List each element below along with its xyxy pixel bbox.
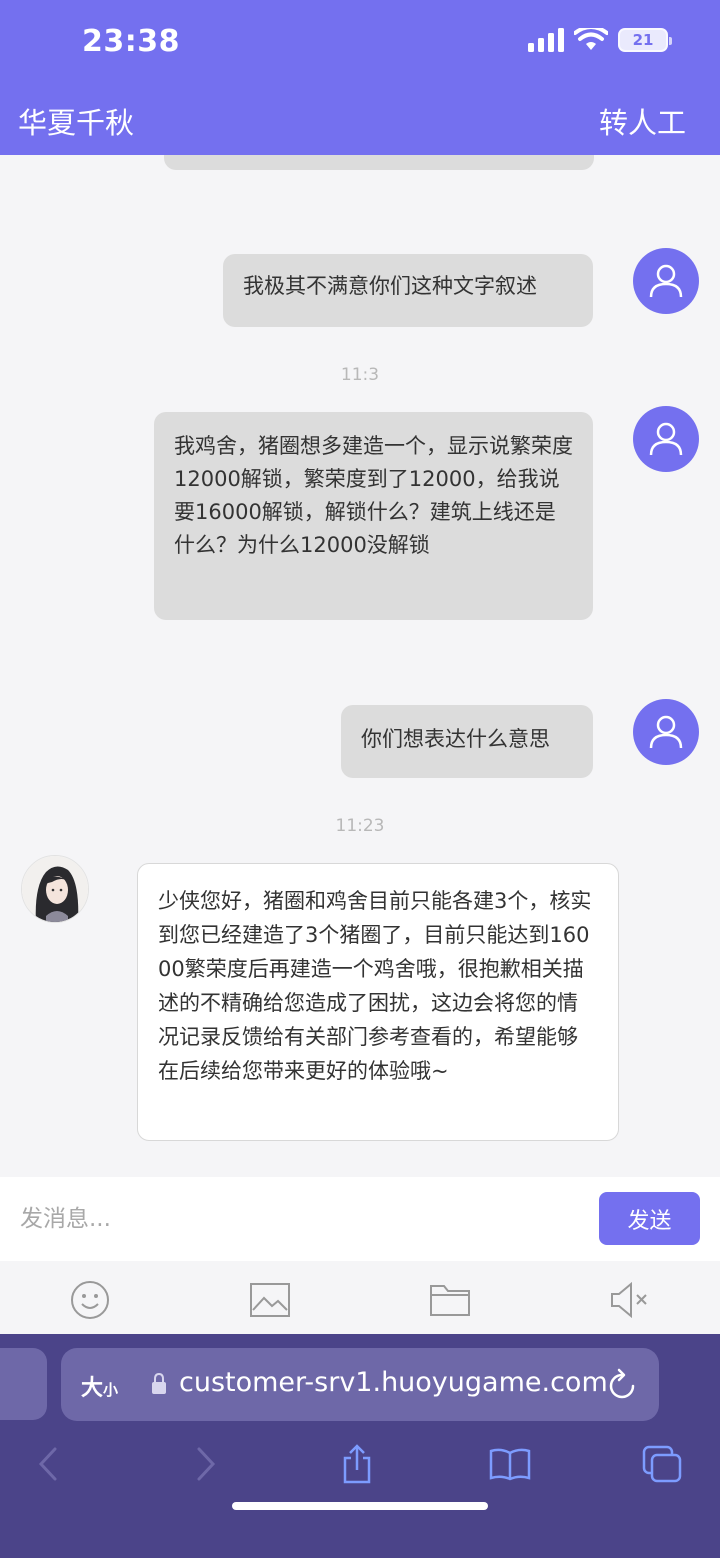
- battery-icon: 21: [618, 28, 672, 52]
- transfer-to-human-button[interactable]: 转人工: [599, 100, 686, 142]
- message-text: 少侠您好，猪圈和鸡舍目前只能各建3个，核实到您已经建造了3个猪圈了，目前只能达到…: [158, 889, 592, 1083]
- user-avatar[interactable]: [633, 406, 699, 472]
- user-avatar[interactable]: [633, 699, 699, 765]
- chevron-left-icon: [38, 1447, 57, 1481]
- user-message-bubble: 我极其不满意你们这种文字叙述: [223, 254, 593, 327]
- wifi-icon: [574, 28, 608, 50]
- signal-icon: [528, 28, 564, 52]
- message-timestamp: 11:3: [340, 365, 380, 385]
- tabs-icon: [642, 1445, 682, 1483]
- mute-button[interactable]: [609, 1279, 651, 1321]
- image-icon: [250, 1283, 290, 1317]
- emoji-button[interactable]: [69, 1279, 111, 1321]
- url-text: customer-srv1.huoyugame.com: [179, 1367, 608, 1398]
- message-input-bar: 发送: [0, 1177, 720, 1261]
- share-icon: [343, 1444, 371, 1484]
- text-size-small: 小: [103, 1381, 119, 1399]
- chat-area[interactable]: 我极其不满意你们这种文字叙述 11:3 我鸡舍，猪圈想多建造一个，显示说繁荣度1…: [0, 155, 720, 1177]
- reload-icon[interactable]: [607, 1368, 637, 1400]
- message-text: 你们想表达什么意思: [361, 727, 550, 751]
- message-text: 我极其不满意你们这种文字叙述: [243, 274, 537, 298]
- forward-button[interactable]: [184, 1442, 228, 1486]
- user-icon: [649, 264, 683, 298]
- user-icon: [649, 715, 683, 749]
- chevron-right-icon: [197, 1447, 216, 1481]
- battery-level: 21: [632, 31, 654, 49]
- text-size-button[interactable]: 大小: [81, 1370, 118, 1402]
- send-button[interactable]: 发送: [599, 1192, 700, 1245]
- address-bar[interactable]: 大小 customer-srv1.huoyugame.com: [61, 1348, 659, 1421]
- user-avatar[interactable]: [633, 248, 699, 314]
- previous-tab[interactable]: [0, 1348, 47, 1420]
- home-indicator[interactable]: [232, 1502, 488, 1510]
- mute-icon: [611, 1282, 647, 1318]
- back-button[interactable]: [26, 1442, 70, 1486]
- user-message-bubble: 我鸡舍，猪圈想多建造一个，显示说繁荣度12000解锁，繁荣度到了12000，给我…: [154, 412, 593, 620]
- lock-icon: [152, 1373, 166, 1394]
- status-time: 23:38: [82, 24, 180, 59]
- text-size-large: 大: [81, 1376, 104, 1401]
- message-text: 我鸡舍，猪圈想多建造一个，显示说繁荣度12000解锁，繁荣度到了12000，给我…: [174, 434, 573, 557]
- page-title: 华夏千秋: [18, 106, 135, 140]
- chat-toolbar: [0, 1261, 720, 1334]
- agent-portrait-icon: [22, 856, 88, 922]
- folder-icon: [430, 1285, 470, 1316]
- tabs-button[interactable]: [640, 1442, 684, 1486]
- user-message-bubble: 你们想表达什么意思: [341, 705, 593, 778]
- emoji-icon: [71, 1281, 109, 1319]
- user-icon: [649, 422, 683, 456]
- agent-avatar[interactable]: [21, 855, 89, 923]
- app-header: 23:38 21 华夏千秋 转人工: [0, 0, 720, 155]
- browser-chrome: 大小 customer-srv1.huoyugame.com: [0, 1334, 720, 1558]
- status-icons: 21: [528, 28, 672, 52]
- share-button[interactable]: [335, 1442, 379, 1486]
- chat-bubble-partial: [164, 155, 594, 170]
- image-button[interactable]: [249, 1279, 291, 1321]
- message-input[interactable]: [20, 1197, 580, 1241]
- bookmarks-button[interactable]: [488, 1442, 532, 1486]
- message-timestamp: 11:23: [335, 816, 385, 836]
- folder-button[interactable]: [429, 1279, 471, 1321]
- book-icon: [489, 1448, 531, 1481]
- agent-message-bubble: 少侠您好，猪圈和鸡舍目前只能各建3个，核实到您已经建造了3个猪圈了，目前只能达到…: [137, 863, 619, 1141]
